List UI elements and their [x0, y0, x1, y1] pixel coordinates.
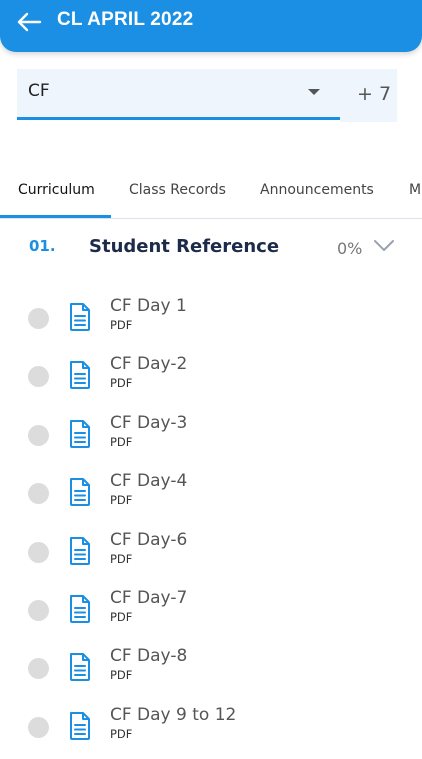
completion-radio[interactable]	[28, 366, 49, 388]
list-item[interactable]: CF Day-7 PDF	[0, 588, 422, 642]
list-item[interactable]: CF Day-3 PDF	[0, 413, 422, 467]
item-title: CF Day-8	[110, 646, 188, 667]
document-icon	[70, 478, 90, 507]
arrow-left-icon	[17, 12, 42, 32]
tab-more[interactable]: M	[409, 182, 421, 198]
page-title: CL APRIL 2022	[57, 9, 194, 30]
section-title: Student Reference	[89, 236, 280, 257]
document-icon	[70, 711, 90, 740]
item-type: PDF	[110, 434, 133, 449]
more-courses-button[interactable]: + 7	[340, 69, 397, 122]
document-icon	[70, 595, 90, 623]
completion-radio[interactable]	[28, 658, 49, 680]
item-type: PDF	[110, 668, 133, 683]
list-item[interactable]: CF Day 1 PDF	[0, 296, 422, 350]
tab-bar: Curriculum Class Records Announcements M	[0, 170, 422, 219]
list-item[interactable]: CF Day-6 PDF	[0, 530, 422, 584]
completion-radio[interactable]	[28, 308, 49, 329]
completion-radio[interactable]	[28, 483, 49, 505]
item-title: CF Day-3	[110, 412, 188, 433]
tab-curriculum[interactable]: Curriculum	[18, 182, 95, 198]
chevron-down-icon	[308, 89, 320, 95]
completion-radio[interactable]	[28, 600, 49, 621]
tab-announcements[interactable]: Announcements	[260, 182, 374, 198]
item-type: PDF	[110, 551, 133, 566]
document-icon	[70, 303, 90, 331]
list-item[interactable]: CF Day-2 PDF	[0, 354, 422, 408]
back-button[interactable]	[14, 8, 44, 36]
item-type: PDF	[110, 726, 133, 741]
item-title: CF Day-2	[110, 354, 188, 375]
list-item[interactable]: CF Day 9 to 12 PDF	[0, 705, 422, 759]
active-tab-indicator	[0, 215, 111, 218]
completion-radio[interactable]	[28, 541, 49, 563]
section-progress: 0%	[337, 239, 363, 258]
item-title: CF Day-6	[110, 529, 188, 550]
item-type: PDF	[110, 610, 133, 624]
course-select-value: CF	[28, 81, 50, 101]
course-select[interactable]: CF	[17, 69, 340, 120]
completion-radio[interactable]	[28, 424, 49, 446]
item-title: CF Day-7	[110, 588, 188, 608]
item-type: PDF	[110, 376, 133, 391]
document-icon	[70, 361, 90, 390]
list-item[interactable]: CF Day-4 PDF	[0, 471, 422, 525]
item-title: CF Day-4	[110, 471, 188, 492]
document-icon	[70, 536, 90, 565]
tab-class-records[interactable]: Class Records	[129, 182, 226, 198]
document-icon	[70, 653, 90, 682]
item-title: CF Day 9 to 12	[110, 704, 237, 725]
section-number: 01.	[29, 237, 56, 255]
app-header: CL APRIL 2022	[0, 0, 422, 52]
item-type: PDF	[110, 318, 133, 332]
chevron-down-icon[interactable]	[373, 238, 395, 254]
document-icon	[70, 419, 90, 448]
item-type: PDF	[110, 493, 133, 508]
completion-radio[interactable]	[28, 716, 49, 738]
list-item[interactable]: CF Day-8 PDF	[0, 646, 422, 700]
more-courses-label: + 7	[357, 83, 392, 105]
item-title: CF Day 1	[110, 296, 187, 316]
